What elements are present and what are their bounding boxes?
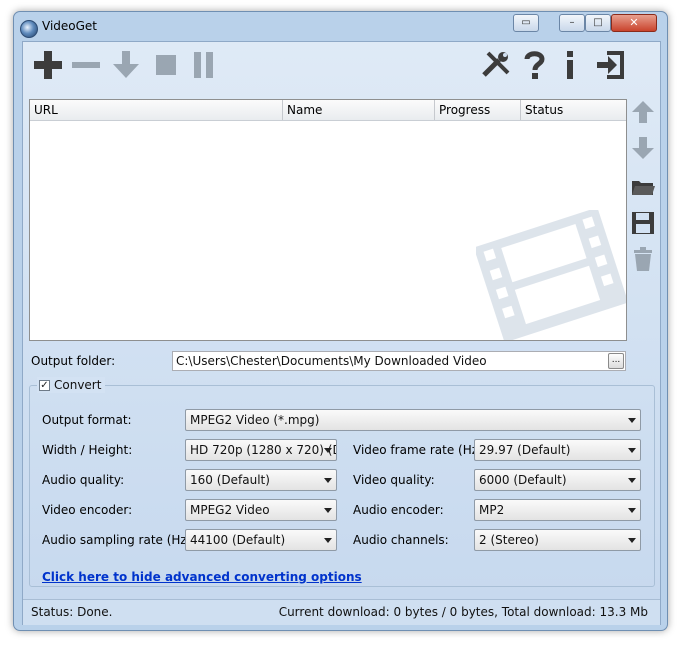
- browse-folder-button[interactable]: ...: [608, 353, 624, 369]
- column-name[interactable]: Name: [283, 100, 435, 120]
- title-bar: VideoGet ▭ – □ ✕: [14, 12, 667, 42]
- trash-icon: [634, 247, 652, 271]
- chevron-down-icon: [324, 538, 332, 543]
- frame-rate-select[interactable]: 29.97 (Default): [474, 439, 641, 461]
- move-up-icon: [632, 101, 654, 123]
- sampling-rate-select[interactable]: 44100 (Default): [185, 529, 337, 551]
- audio-quality-label: Audio quality:: [42, 473, 125, 487]
- pause-button[interactable]: [187, 48, 221, 82]
- minimize-button[interactable]: –: [559, 14, 585, 32]
- chevron-down-icon: [628, 478, 636, 483]
- save-button[interactable]: [630, 210, 656, 236]
- restore-mini-button[interactable]: ▭: [513, 14, 539, 32]
- add-button[interactable]: [31, 48, 65, 82]
- close-icon: ✕: [629, 16, 639, 29]
- audio-encoder-select[interactable]: MP2: [474, 499, 641, 521]
- frame-rate-label: Video frame rate (Hz):: [353, 443, 487, 457]
- column-url[interactable]: URL: [30, 100, 283, 120]
- mini-window-icon: ▭: [521, 17, 531, 28]
- width-height-label: Width / Height:: [42, 443, 133, 457]
- audio-channels-label: Audio channels:: [353, 533, 449, 547]
- save-icon: [632, 212, 654, 234]
- app-logo-icon: [20, 20, 38, 38]
- remove-icon: [72, 62, 100, 68]
- help-icon: [524, 51, 545, 79]
- hide-advanced-options-link[interactable]: Click here to hide advanced converting o…: [42, 570, 362, 584]
- remove-button[interactable]: [69, 48, 103, 82]
- download-stats: Current download: 0 bytes / 0 bytes, Tot…: [278, 605, 648, 619]
- add-icon: [34, 51, 62, 79]
- download-button[interactable]: [109, 48, 143, 82]
- settings-button[interactable]: [479, 48, 513, 82]
- film-watermark-icon: [476, 210, 626, 340]
- output-format-label: Output format:: [42, 413, 132, 427]
- delete-button[interactable]: [630, 246, 656, 272]
- chevron-down-icon: [324, 508, 332, 513]
- list-header: URL Name Progress Status: [30, 100, 626, 121]
- settings-tools-icon: [482, 51, 510, 77]
- convert-label: Convert: [54, 378, 102, 392]
- audio-encoder-value: MP2: [479, 503, 505, 517]
- audio-channels-value: 2 (Stereo): [479, 533, 539, 547]
- pause-icon: [194, 52, 213, 78]
- maximize-button[interactable]: □: [585, 14, 611, 32]
- video-quality-label: Video quality:: [353, 473, 435, 487]
- video-encoder-value: MPEG2 Video: [190, 503, 270, 517]
- window-title: VideoGet: [42, 19, 98, 33]
- open-folder-button[interactable]: [630, 174, 656, 200]
- video-encoder-label: Video encoder:: [42, 503, 133, 517]
- chevron-down-icon: [324, 478, 332, 483]
- column-status[interactable]: Status: [521, 100, 626, 120]
- width-height-select[interactable]: HD 720p (1280 x 720) (Def: [185, 439, 337, 461]
- sampling-rate-value: 44100 (Default): [190, 533, 286, 547]
- move-down-button[interactable]: [630, 135, 656, 161]
- status-text: Status: Done.: [31, 605, 113, 619]
- app-window: VideoGet ▭ – □ ✕ URL Name Progress Statu…: [13, 11, 668, 631]
- chevron-down-icon: [628, 508, 636, 513]
- info-button[interactable]: [553, 48, 587, 82]
- download-list[interactable]: URL Name Progress Status: [29, 99, 627, 341]
- chevron-down-icon: [628, 538, 636, 543]
- download-icon: [113, 51, 139, 78]
- audio-channels-select[interactable]: 2 (Stereo): [474, 529, 641, 551]
- info-icon: [567, 51, 573, 79]
- open-folder-icon: [632, 181, 655, 195]
- stop-icon: [156, 55, 176, 75]
- output-format-select[interactable]: MPEG2 Video (*.mpg): [185, 409, 641, 431]
- exit-icon: [597, 51, 624, 79]
- status-bar: Status: Done. Current download: 0 bytes …: [23, 599, 660, 625]
- help-button[interactable]: [517, 48, 551, 82]
- convert-toggle[interactable]: ✓ Convert: [37, 377, 106, 393]
- video-quality-select[interactable]: 6000 (Default): [474, 469, 641, 491]
- audio-quality-value: 160 (Default): [190, 473, 270, 487]
- output-folder-field[interactable]: C:\Users\Chester\Documents\My Downloaded…: [172, 351, 626, 371]
- move-down-icon: [632, 137, 654, 159]
- width-height-value: HD 720p (1280 x 720) (Def: [190, 443, 336, 457]
- column-progress[interactable]: Progress: [435, 100, 521, 120]
- chevron-down-icon: [628, 448, 636, 453]
- close-button[interactable]: ✕: [611, 14, 657, 32]
- audio-encoder-label: Audio encoder:: [353, 503, 444, 517]
- audio-quality-select[interactable]: 160 (Default): [185, 469, 337, 491]
- minimize-icon: –: [569, 17, 575, 28]
- exit-button[interactable]: [593, 48, 627, 82]
- output-folder-label: Output folder:: [31, 354, 116, 368]
- sampling-rate-label: Audio sampling rate (Hz):: [42, 533, 196, 547]
- frame-rate-value: 29.97 (Default): [479, 443, 571, 457]
- chevron-down-icon: [324, 448, 332, 453]
- video-encoder-select[interactable]: MPEG2 Video: [185, 499, 337, 521]
- stop-button[interactable]: [149, 48, 183, 82]
- move-up-button[interactable]: [630, 99, 656, 125]
- video-quality-value: 6000 (Default): [479, 473, 567, 487]
- convert-checkbox[interactable]: ✓: [39, 379, 50, 391]
- output-format-value: MPEG2 Video (*.mpg): [190, 413, 320, 427]
- main-panel: URL Name Progress Status Output folder: …: [22, 41, 661, 625]
- maximize-icon: □: [593, 17, 603, 28]
- chevron-down-icon: [628, 418, 636, 423]
